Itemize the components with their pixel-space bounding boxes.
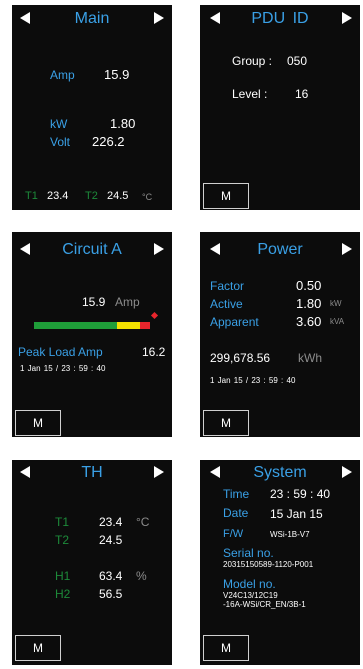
energy-unit: kWh bbox=[298, 351, 322, 365]
serial-label: Serial no. bbox=[223, 546, 274, 560]
energy-timestamp: 1 Jan 15 / 23 : 59 : 40 bbox=[210, 376, 296, 385]
active-value: 1.80 bbox=[296, 296, 322, 311]
screen-title: PDU ID bbox=[251, 10, 309, 27]
menu-button[interactable]: M bbox=[15, 410, 61, 436]
peak-timestamp: 1 Jan 15 / 23 : 59 : 40 bbox=[20, 364, 106, 373]
menu-button[interactable]: M bbox=[203, 635, 249, 661]
next-arrow-icon[interactable] bbox=[154, 243, 164, 255]
next-arrow-icon[interactable] bbox=[154, 12, 164, 24]
th-h2-label: H2 bbox=[55, 587, 71, 601]
model-line-1: V24C13/12C19 bbox=[223, 591, 278, 600]
t1-label: T1 bbox=[25, 190, 38, 202]
circuit-amp-value: 15.9 bbox=[82, 295, 106, 309]
apparent-label: Apparent bbox=[210, 315, 259, 329]
factor-label: Factor bbox=[210, 279, 245, 293]
pdu-id-screen: PDU ID Group : 050 Level : 16 M bbox=[200, 5, 360, 210]
kw-label: kW bbox=[50, 117, 68, 131]
kw-value: 1.80 bbox=[110, 116, 136, 131]
group-label: Group : bbox=[232, 54, 273, 68]
screen-title: Power bbox=[257, 241, 303, 258]
amp-label: Amp bbox=[50, 68, 75, 82]
screen-title: Circuit A bbox=[62, 241, 122, 258]
th-h1-label: H1 bbox=[55, 569, 71, 583]
t2-value: 24.5 bbox=[107, 190, 129, 202]
next-arrow-icon[interactable] bbox=[154, 466, 164, 478]
th-h2-value: 56.5 bbox=[99, 587, 123, 601]
load-bar-yellow-segment bbox=[116, 322, 141, 329]
time-label: Time bbox=[223, 487, 250, 501]
level-value: 16 bbox=[295, 87, 309, 101]
circuit-a-screen: Circuit A 15.9 Amp Peak Load Amp 16.2 1 … bbox=[12, 232, 172, 437]
group-value: 050 bbox=[287, 54, 308, 68]
temp-unit: °C bbox=[142, 192, 153, 202]
screen-title: Main bbox=[74, 10, 110, 27]
amp-value: 15.9 bbox=[104, 67, 130, 82]
date-label: Date bbox=[223, 506, 249, 520]
apparent-unit: kVA bbox=[330, 317, 345, 326]
volt-value: 226.2 bbox=[92, 134, 125, 149]
screen-title: System bbox=[253, 464, 307, 481]
date-value: 15 Jan 15 bbox=[270, 507, 323, 521]
menu-button[interactable]: M bbox=[203, 183, 249, 209]
peak-load-label: Peak Load Amp bbox=[18, 345, 103, 359]
th-h1-value: 63.4 bbox=[99, 569, 123, 583]
t2-label: T2 bbox=[85, 190, 98, 202]
active-label: Active bbox=[210, 297, 243, 311]
th-t2-value: 24.5 bbox=[99, 533, 123, 547]
serial-value: 20315150589-1120-P001 bbox=[223, 560, 314, 569]
peak-marker-icon bbox=[150, 311, 158, 320]
next-arrow-icon[interactable] bbox=[342, 466, 352, 478]
next-arrow-icon[interactable] bbox=[342, 12, 352, 24]
active-unit: kW bbox=[330, 299, 342, 308]
load-bar-red-segment bbox=[140, 322, 150, 329]
level-label: Level : bbox=[232, 87, 268, 101]
circuit-amp-unit: Amp bbox=[115, 295, 140, 309]
peak-load-value: 16.2 bbox=[142, 345, 166, 359]
main-screen: Main Amp 15.9 kW 1.80 Volt 226.2 T1 23.4… bbox=[12, 5, 172, 210]
th-t1-label: T1 bbox=[55, 515, 70, 529]
th-t2-label: T2 bbox=[55, 533, 70, 547]
apparent-value: 3.60 bbox=[296, 314, 322, 329]
factor-value: 0.50 bbox=[296, 278, 322, 293]
menu-button[interactable]: M bbox=[203, 410, 249, 436]
load-bar-green-segment bbox=[34, 322, 117, 329]
th-hum-unit: % bbox=[136, 569, 147, 583]
next-arrow-icon[interactable] bbox=[342, 243, 352, 255]
model-label: Model no. bbox=[223, 577, 276, 591]
th-temp-unit: °C bbox=[136, 515, 150, 529]
volt-label: Volt bbox=[50, 135, 71, 149]
load-bar bbox=[34, 322, 152, 329]
model-line-2: -16A-WSi/CR_EN/3B-1 bbox=[223, 600, 306, 609]
power-screen: Power Factor 0.50 Active 1.80 kW Apparen… bbox=[200, 232, 360, 437]
th-screen: TH T1 23.4 °C T2 24.5 H1 63.4 % H2 56.5 … bbox=[12, 460, 172, 665]
fw-value: WSi-1B-V7 bbox=[270, 530, 310, 539]
system-screen: System Time 23 : 59 : 40 Date 15 Jan 15 … bbox=[200, 460, 360, 665]
fw-label: F/W bbox=[223, 528, 244, 540]
time-value: 23 : 59 : 40 bbox=[270, 487, 331, 501]
screen-title: TH bbox=[81, 464, 103, 481]
menu-button[interactable]: M bbox=[15, 635, 61, 661]
energy-value: 299,678.56 bbox=[210, 351, 271, 365]
t1-value: 23.4 bbox=[47, 190, 69, 202]
th-t1-value: 23.4 bbox=[99, 515, 123, 529]
